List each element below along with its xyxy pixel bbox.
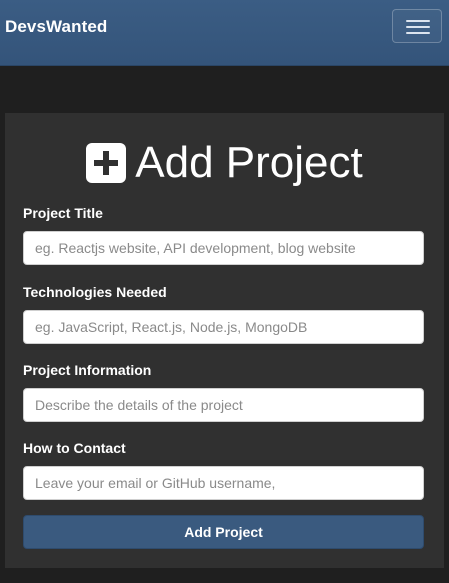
hamburger-menu-icon — [406, 20, 430, 22]
hamburger-menu-icon-bar — [406, 32, 430, 34]
navbar-toggle-button[interactable] — [392, 9, 442, 43]
project-information-input[interactable] — [23, 388, 424, 422]
plus-square-icon — [86, 143, 127, 183]
add-project-button[interactable]: Add Project — [23, 515, 424, 549]
project-title-input[interactable] — [23, 231, 424, 265]
how-to-contact-label: How to Contact — [23, 440, 126, 456]
project-information-label: Project Information — [23, 362, 152, 378]
technologies-input[interactable] — [23, 310, 424, 344]
brand-logo[interactable]: DevsWanted — [5, 17, 107, 37]
page-title: Add Project — [5, 135, 444, 191]
how-to-contact-input[interactable] — [23, 466, 424, 500]
page-title-text: Add Project — [135, 138, 363, 187]
navbar: DevsWanted — [0, 0, 449, 66]
technologies-label: Technologies Needed — [23, 284, 167, 300]
project-title-label: Project Title — [23, 205, 103, 221]
add-project-form: Add Project Project Title Technologies N… — [5, 113, 444, 568]
hamburger-menu-icon-bar — [406, 26, 430, 28]
